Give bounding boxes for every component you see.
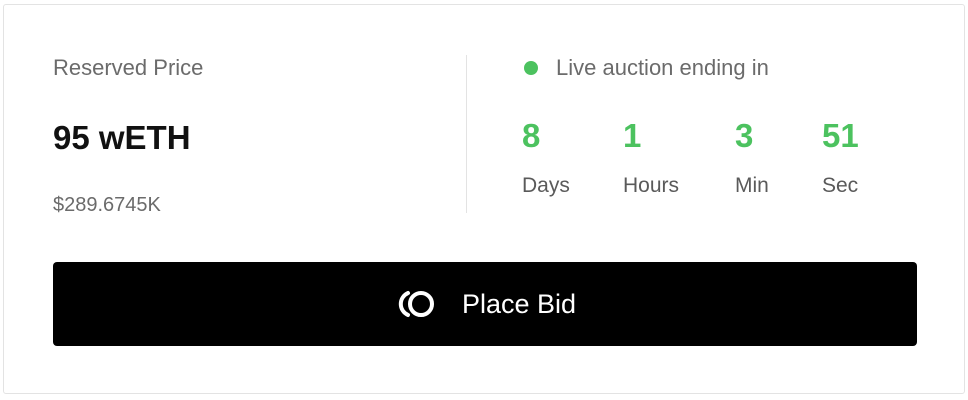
countdown-seconds-label: Sec [822, 174, 859, 197]
countdown-timer: 8 Days 1 Hours 3 Min 51 Sec [522, 117, 942, 217]
countdown-minutes: 3 Min [735, 117, 769, 199]
countdown-minutes-value: 3 [735, 117, 754, 154]
section-divider [466, 55, 467, 213]
countdown-minutes-label: Min [735, 174, 769, 197]
live-status: Live auction ending in [522, 55, 942, 81]
countdown-hours-value: 1 [623, 117, 642, 154]
place-bid-button[interactable]: Place Bid [53, 262, 917, 346]
live-status-text: Live auction ending in [556, 55, 769, 80]
live-indicator-icon [524, 61, 538, 75]
reserved-price-usd: $289.6745K [53, 194, 161, 216]
bid-logo-icon [394, 288, 440, 320]
reserved-price-label: Reserved Price [53, 55, 204, 80]
countdown-seconds: 51 Sec [822, 117, 859, 199]
reserved-price-section: Reserved Price 95 wETH $289.6745K [53, 55, 353, 217]
auction-card: Reserved Price 95 wETH $289.6745K Live a… [3, 4, 965, 394]
countdown-days-value: 8 [522, 117, 541, 154]
countdown-seconds-value: 51 [822, 117, 859, 154]
countdown-days-label: Days [522, 174, 570, 197]
countdown-days: 8 Days [522, 117, 570, 199]
auction-countdown-section: Live auction ending in 8 Days 1 Hours 3 … [522, 55, 942, 197]
place-bid-label: Place Bid [461, 289, 577, 319]
countdown-hours: 1 Hours [623, 117, 679, 199]
countdown-hours-label: Hours [623, 174, 680, 197]
reserved-price-amount: 95 wETH [53, 119, 191, 156]
